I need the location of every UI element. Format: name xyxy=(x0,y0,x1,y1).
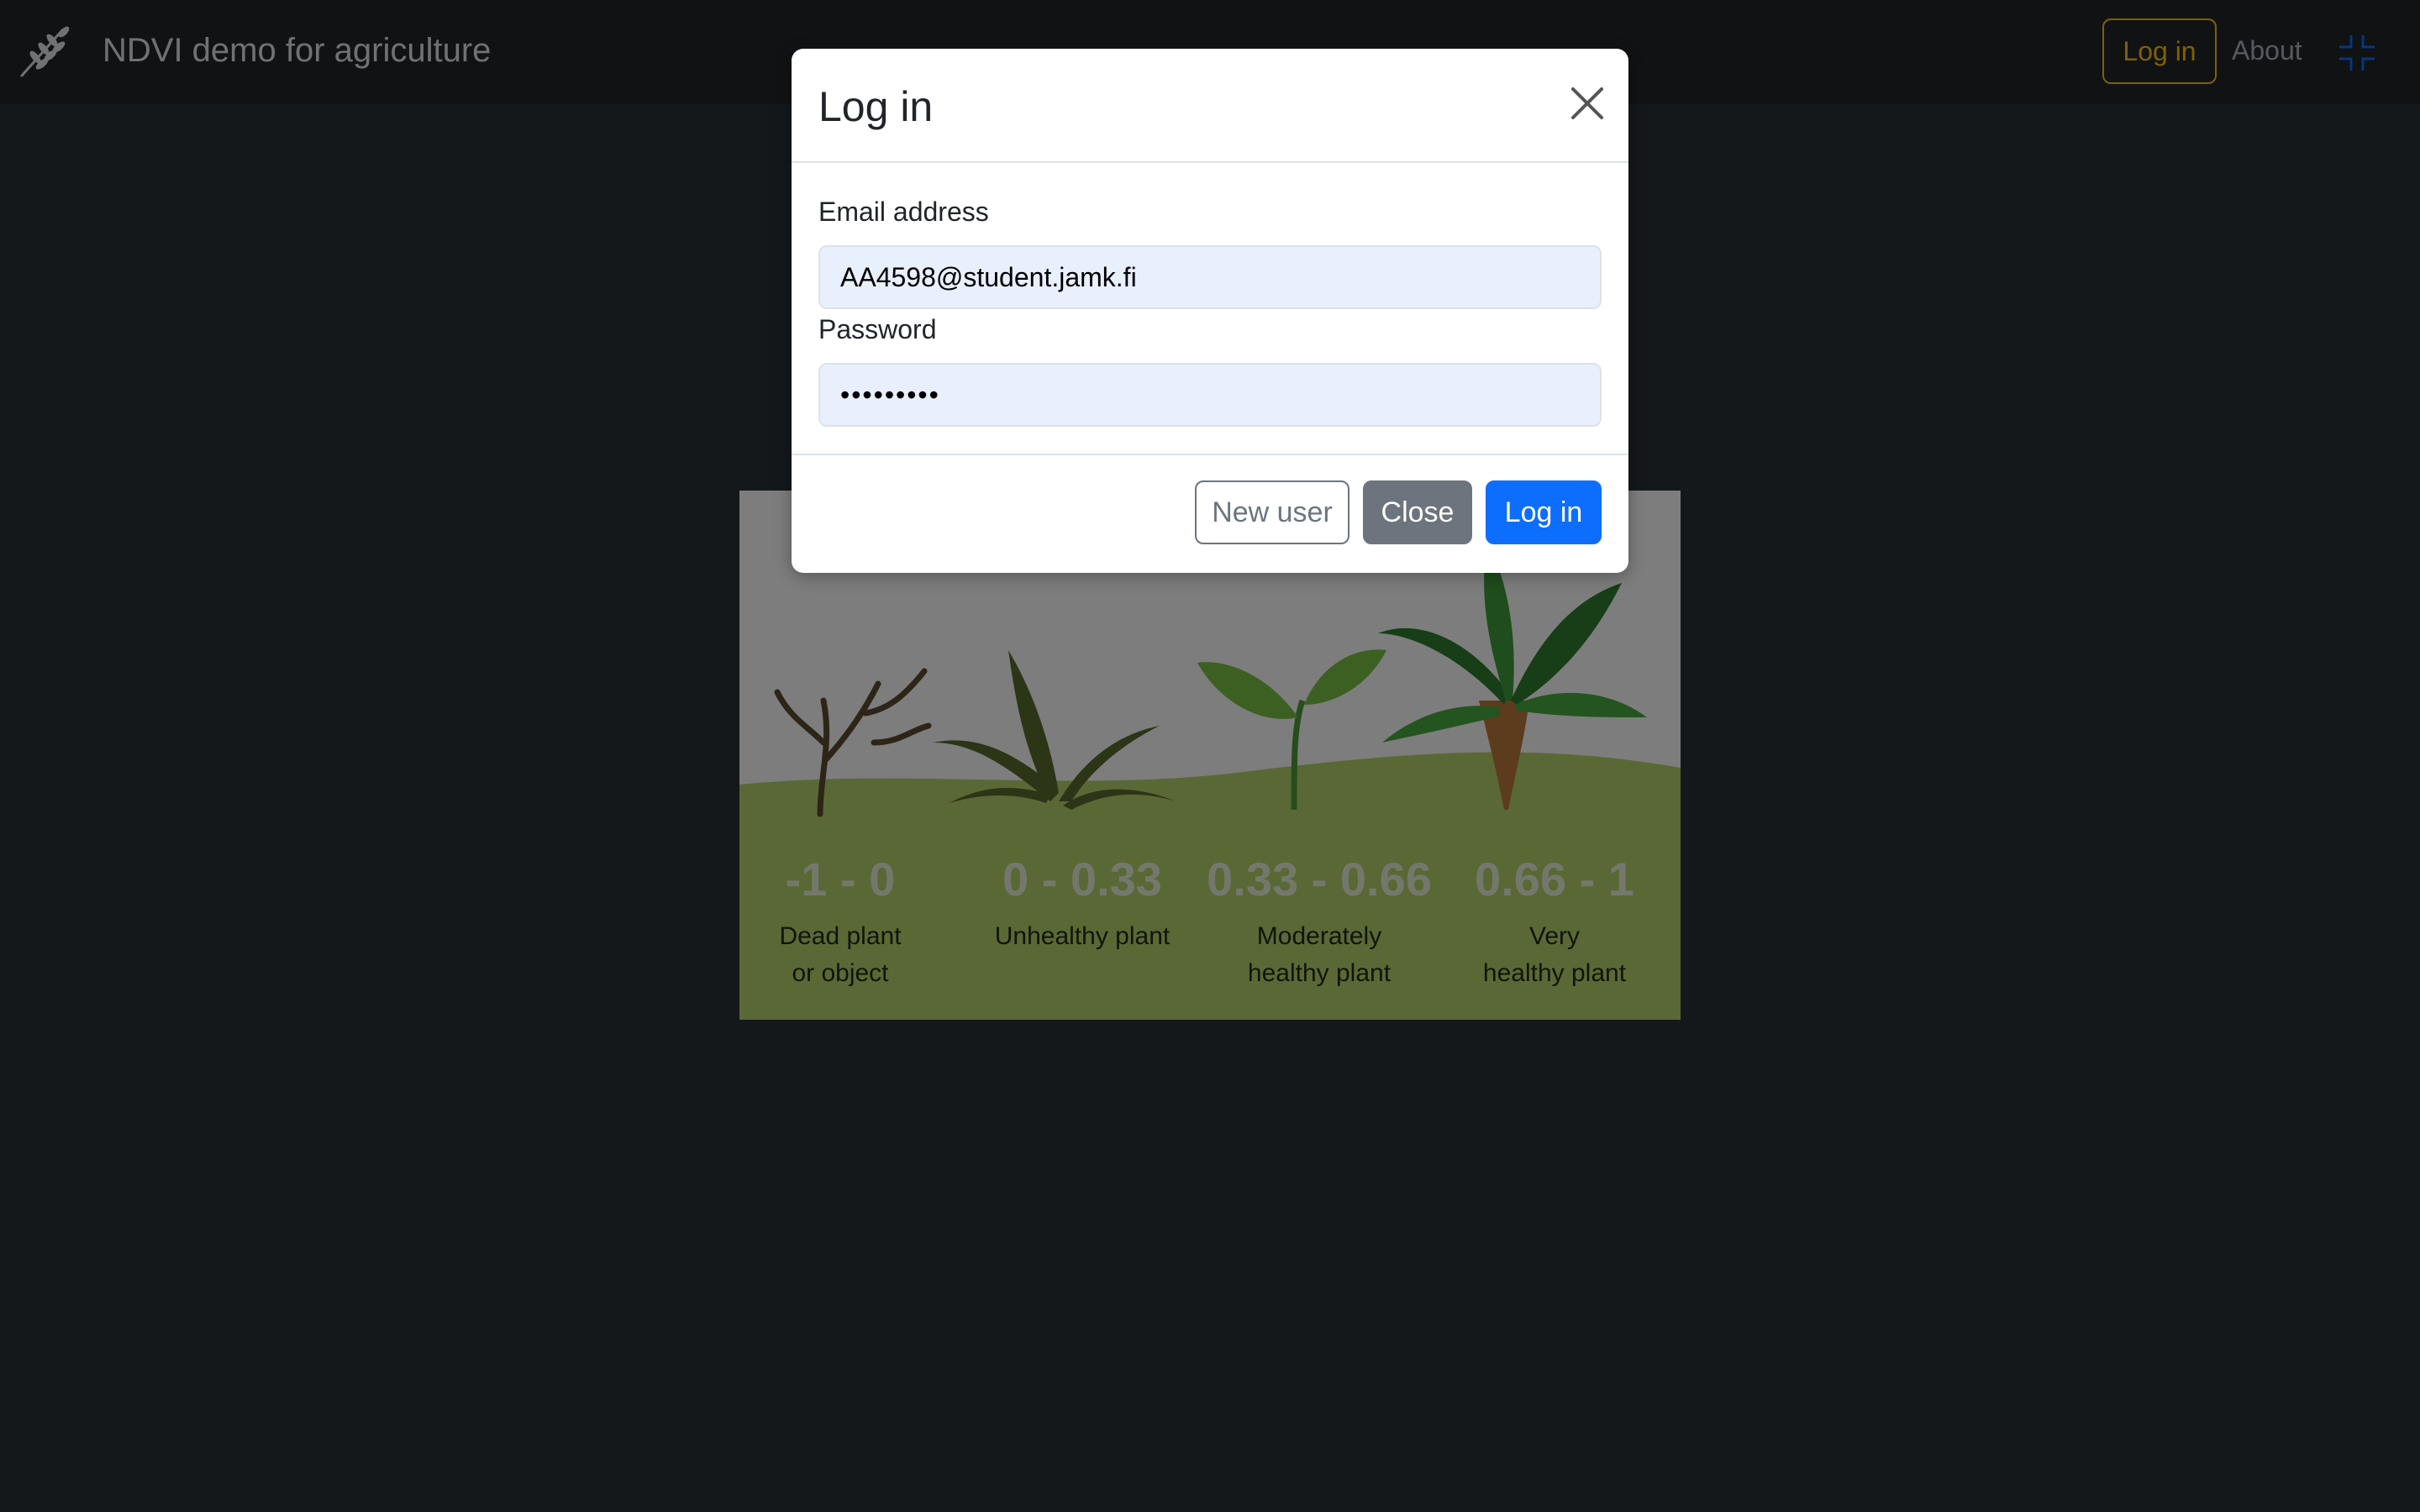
close-icon[interactable] xyxy=(1570,86,1605,121)
password-label: Password xyxy=(818,314,937,344)
modal-title: Log in xyxy=(818,83,934,130)
password-field[interactable] xyxy=(818,363,1602,427)
email-field[interactable] xyxy=(818,245,1602,309)
close-button[interactable]: Close xyxy=(1363,480,1472,544)
modal-footer: New user Close Log in xyxy=(792,454,1628,573)
login-submit-button[interactable]: Log in xyxy=(1486,480,1602,544)
login-modal: Log in Email address Password New user C… xyxy=(792,49,1628,573)
email-label: Email address xyxy=(818,197,989,227)
new-user-button[interactable]: New user xyxy=(1195,480,1349,544)
modal-header: Log in xyxy=(792,49,1628,163)
